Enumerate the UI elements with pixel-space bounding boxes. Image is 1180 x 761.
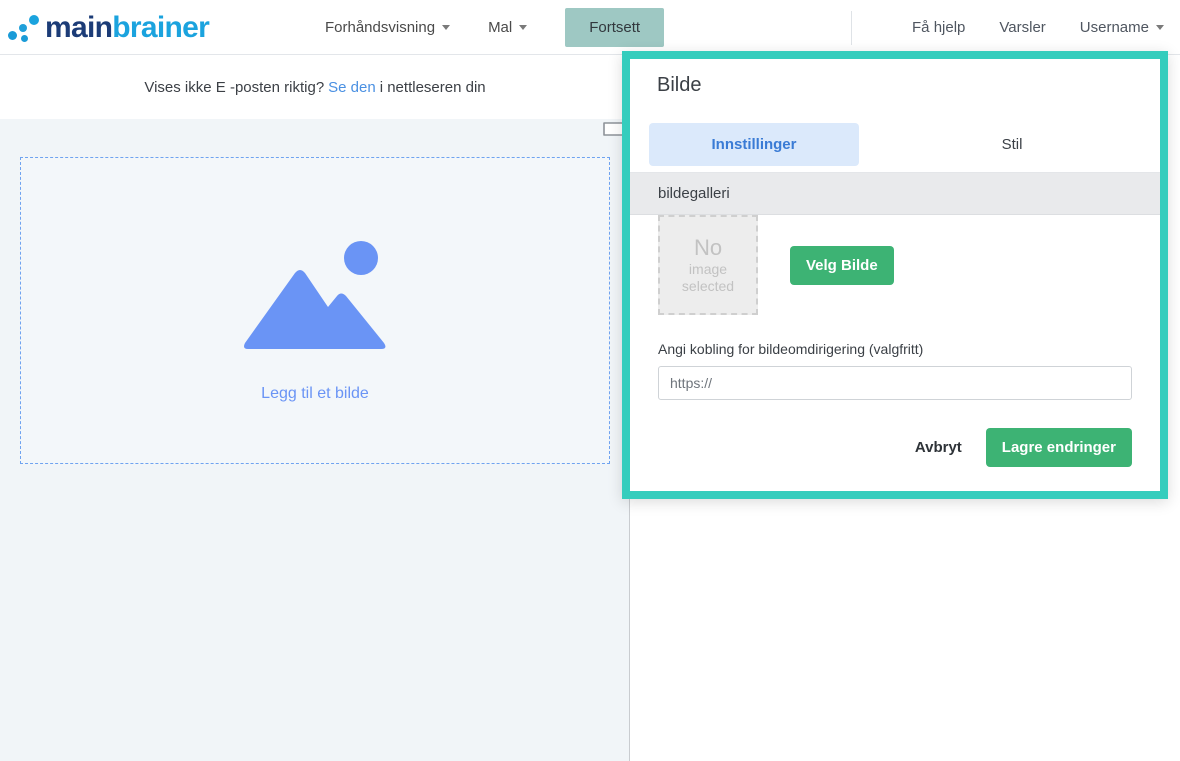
panel-action-row: Avbryt Lagre endringer [658,428,1132,467]
nav-item-user-menu[interactable]: Username [1080,19,1164,36]
nav-item-user-label: Username [1079,19,1149,36]
app-root: mainbrainer Forhåndsvisning Mal Fortsett… [0,0,1180,761]
dropzone-label: Legg til et bilde [261,384,369,402]
brand-logo[interactable]: mainbrainer [8,11,210,45]
nav-item-preview-label: Forhåndsvisning [325,19,436,36]
secondary-nav: Få hjelp Varsler Username [851,0,1164,55]
nav-item-template-label: Mal [488,19,513,36]
chevron-down-icon [519,25,528,30]
preview-notice-text-before: Vises ikke E -posten riktig? [144,79,325,96]
mountain-image-icon [240,237,390,357]
brand-name-part1: main [45,11,113,44]
continue-button[interactable]: Fortsett [565,8,665,47]
no-image-placeholder[interactable]: No image selected [658,215,758,315]
image-link-input[interactable] [658,366,1132,400]
nav-item-help[interactable]: Få hjelp [912,19,965,36]
dots-logo-icon [8,14,42,42]
primary-nav: Forhåndsvisning Mal Fortsett [325,0,665,55]
tab-innstillinger[interactable]: Innstillinger [649,123,859,166]
tab-stil[interactable]: Stil [907,123,1117,166]
section-header-bildegalleri: bildegalleri [630,173,1160,215]
chevron-down-icon [442,25,451,30]
choose-image-button[interactable]: Velg Bilde [790,245,894,285]
save-changes-button[interactable]: Lagre endringer [985,428,1132,467]
email-preview-notice: Vises ikke E -posten riktig? Se den i ne… [0,56,630,119]
image-selection-row: No image selected Velg Bilde [658,215,1132,315]
image-link-field-label: Angi kobling for bildeomdirigering (valg… [658,341,924,357]
cancel-button[interactable]: Avbryt [909,438,968,457]
email-editor-canvas: Legg til et bilde [0,119,630,761]
brand-name-part2: brainer [112,11,210,44]
image-dropzone[interactable]: Legg til et bilde [20,157,610,464]
top-navigation-bar: mainbrainer Forhåndsvisning Mal Fortsett… [0,0,1180,55]
nav-item-preview[interactable]: Forhåndsvisning [325,19,451,36]
panel-tabs: Innstillinger Stil [630,117,1160,173]
panel-body: No image selected Velg Bilde Angi koblin… [630,215,1160,467]
nav-item-notifications[interactable]: Varsler [999,19,1045,36]
image-settings-panel: Bilde Innstillinger Stil bildegalleri No… [622,51,1168,499]
no-image-line2: image [688,261,728,278]
nav-item-template[interactable]: Mal [488,19,528,36]
panel-title: Bilde [657,74,702,96]
no-image-line3: selected [681,278,735,295]
chevron-down-icon [1156,25,1164,30]
nav-divider [851,10,853,45]
preview-notice-text-after: i nettleseren din [379,79,486,96]
no-image-line1: No [693,234,723,260]
view-in-browser-link[interactable]: Se den [328,79,376,96]
